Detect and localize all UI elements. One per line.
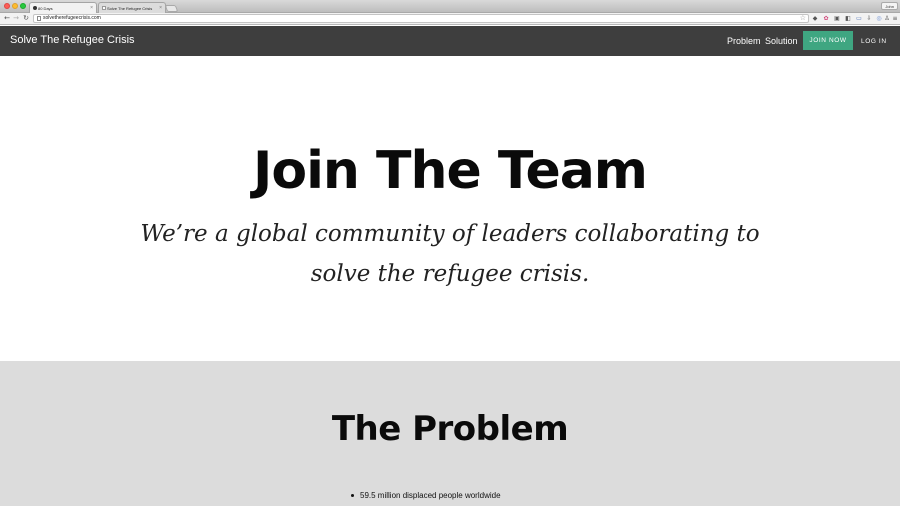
url-input[interactable] bbox=[43, 15, 793, 22]
minimize-window-button[interactable] bbox=[12, 3, 18, 9]
problem-title: The Problem bbox=[331, 409, 569, 449]
maximize-window-button[interactable] bbox=[20, 3, 26, 9]
color-wheel-icon[interactable]: ✿ bbox=[823, 15, 829, 22]
browser-tab-refugee-crisis[interactable]: Solve The Refugee Crisis × bbox=[98, 2, 166, 13]
browser-toolbar: ← → ↻ ☆ ◆ ✿ ▣ ◧ ▭ ⇩ ◎ ♙ ≡ bbox=[0, 13, 900, 25]
problem-section: The Problem 59.5 million displaced peopl… bbox=[0, 361, 900, 506]
tab-favicon-icon bbox=[33, 6, 37, 10]
tab-close-icon[interactable]: × bbox=[159, 5, 162, 11]
log-in-link[interactable]: LOG IN bbox=[861, 38, 887, 45]
forward-arrow-icon[interactable]: → bbox=[12, 14, 20, 23]
join-now-button[interactable]: JOIN NOW bbox=[803, 31, 853, 50]
tab-label: Solve The Refugee Crisis bbox=[107, 6, 153, 11]
list-item: 59.5 million displaced people worldwide bbox=[351, 491, 501, 500]
problem-list: 59.5 million displaced people worldwide bbox=[351, 491, 501, 500]
tab-page-icon bbox=[102, 6, 106, 10]
person-icon[interactable]: ♙ bbox=[884, 15, 890, 22]
reload-icon[interactable]: ↻ bbox=[22, 14, 30, 23]
tab-label: 80 Days bbox=[38, 6, 53, 11]
page-info-icon[interactable] bbox=[37, 16, 41, 21]
shield-icon[interactable]: ◆ bbox=[812, 15, 818, 22]
hero-subtitle: We’re a global community of leaders coll… bbox=[140, 221, 760, 287]
nav-link-problem[interactable]: Problem bbox=[727, 36, 761, 46]
new-tab-button[interactable] bbox=[164, 5, 179, 12]
hero-section: Join The Team We’re a global community o… bbox=[0, 56, 900, 361]
browser-tabstrip: 80 Days × Solve The Refugee Crisis × Joh… bbox=[0, 0, 900, 13]
globe-icon[interactable]: ◎ bbox=[876, 15, 882, 22]
profile-button[interactable]: John bbox=[881, 2, 898, 10]
browser-tab-80-days[interactable]: 80 Days × bbox=[29, 2, 97, 13]
puzzle-icon[interactable]: ◧ bbox=[845, 15, 851, 22]
address-bar[interactable]: ☆ bbox=[33, 14, 809, 23]
download-icon[interactable]: ⇩ bbox=[866, 15, 872, 22]
monitor-icon[interactable]: ▭ bbox=[856, 15, 862, 22]
bookmark-star-icon[interactable]: ☆ bbox=[800, 14, 806, 22]
box-icon[interactable]: ▣ bbox=[834, 15, 840, 22]
menu-icon[interactable]: ≡ bbox=[892, 15, 898, 22]
close-window-button[interactable] bbox=[4, 3, 10, 9]
site-brand[interactable]: Solve The Refugee Crisis bbox=[10, 34, 135, 46]
back-arrow-icon[interactable]: ← bbox=[3, 14, 11, 23]
nav-link-solution[interactable]: Solution bbox=[765, 36, 798, 46]
site-navbar: Solve The Refugee Crisis Problem Solutio… bbox=[0, 26, 900, 56]
hero-title: Join The Team bbox=[253, 141, 648, 201]
tab-close-icon[interactable]: × bbox=[90, 5, 93, 11]
